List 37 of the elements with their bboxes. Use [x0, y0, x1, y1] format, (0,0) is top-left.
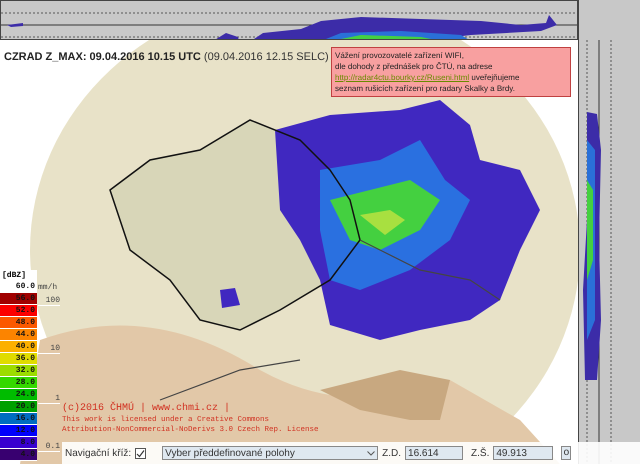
- rain-scale-tick: 100: [38, 296, 60, 306]
- cross-label: Navigační kříž:: [65, 446, 132, 460]
- legend-swatch: 36.0: [0, 353, 37, 365]
- product-title: CZRAD Z_MAX: 09.04.2016 10.15 UTC: [4, 51, 201, 63]
- legend-swatch: 32.0: [0, 365, 37, 377]
- notice-text: uveřejňujeme: [471, 73, 520, 82]
- rain-scale-tick: 1: [38, 394, 60, 404]
- notice-text: dle dohody z přednášek pro ČTÚ, na adrese: [335, 61, 494, 72]
- legend-swatch: 12.0: [0, 425, 37, 437]
- go-button[interactable]: o: [561, 446, 572, 460]
- legend-swatch: 44.0: [0, 329, 37, 341]
- rain-unit: mm/h: [38, 283, 58, 292]
- legend-swatch: 16.0: [0, 413, 37, 425]
- legend-swatch: 8.0: [0, 437, 37, 449]
- notice-text: Vážení provozovatelé zařízení WIFI,: [335, 50, 465, 61]
- legend-swatch: 48.0: [0, 317, 37, 329]
- local-time: (09.04.2016 12.15 SELC): [204, 51, 329, 63]
- notice-text: seznam rušicích zařízení pro radary Skalky a Brdy.: [335, 83, 516, 94]
- check-icon: [136, 448, 146, 458]
- legend-swatch: 56.0: [0, 293, 37, 305]
- legend-swatch: 24.0: [0, 389, 37, 401]
- latitude-field[interactable]: 49.913: [493, 446, 554, 460]
- legend-swatch: 4.0: [0, 449, 37, 461]
- legend-swatch: 20.0: [0, 401, 37, 413]
- cross-checkbox[interactable]: [135, 448, 146, 458]
- longitude-field[interactable]: 16.614: [405, 446, 464, 460]
- legend-swatch: 40.0: [0, 341, 37, 353]
- preset-dropdown[interactable]: Vyber předdefinované polohy: [162, 446, 378, 460]
- longitude-label: Z.D.: [382, 446, 402, 460]
- legend-swatch: 52.0: [0, 305, 37, 317]
- rain-scale-tick: 10: [38, 344, 60, 354]
- latitude-label: Z.Š.: [471, 446, 490, 460]
- caret-icon: [367, 450, 376, 456]
- legend-swatch: 28.0: [0, 377, 37, 389]
- rain-scale-tick: 0.1: [38, 442, 60, 452]
- legend-unit: [dBZ]: [0, 270, 37, 281]
- copyright-text: (c)2016 ČHMÚ | www.chmi.cz |: [62, 403, 232, 415]
